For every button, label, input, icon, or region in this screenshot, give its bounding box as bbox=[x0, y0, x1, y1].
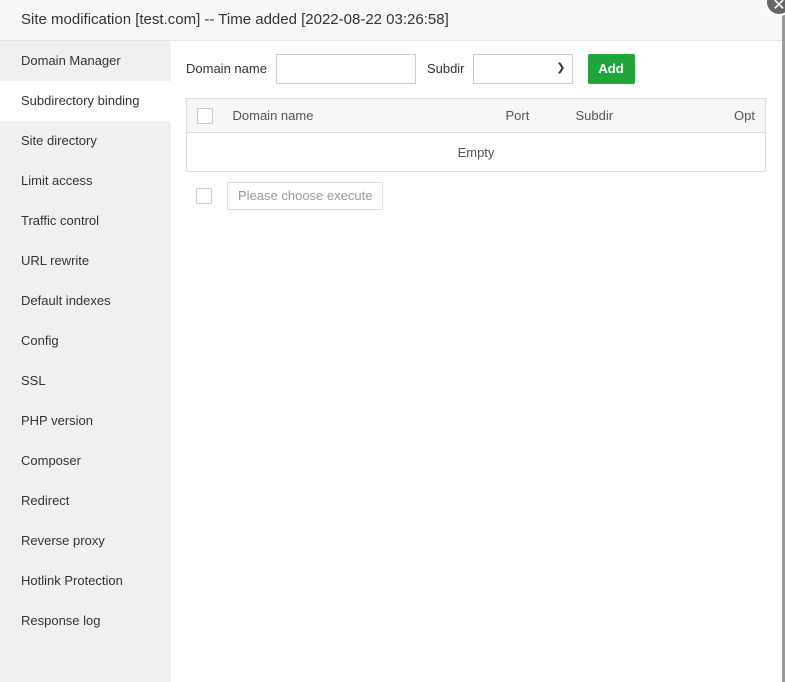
sidebar-item-site-directory[interactable]: Site directory bbox=[0, 121, 171, 161]
col-subdir: Subdir bbox=[575, 98, 726, 133]
select-all-checkbox[interactable] bbox=[197, 107, 213, 124]
sidebar-item-limit-access[interactable]: Limit access bbox=[0, 161, 171, 201]
col-domain-name: Domain name bbox=[232, 98, 506, 133]
subdir-label: Subdir bbox=[426, 61, 465, 76]
table-header: Domain name Port Subdir Opt bbox=[186, 98, 766, 133]
sidebar-item-composer[interactable]: Composer bbox=[0, 441, 171, 481]
dialog-title: Site modification [test.com] -- Time add… bbox=[0, 0, 782, 41]
sidebar-item-redirect[interactable]: Redirect bbox=[0, 481, 171, 521]
binding-table: Domain name Port Subdir Opt Empty bbox=[186, 98, 766, 172]
sidebar-item-domain-manager[interactable]: Domain Manager bbox=[0, 41, 171, 81]
main-panel: Domain name Subdir ❯ Add Domain name Por… bbox=[186, 41, 766, 210]
batch-checkbox[interactable] bbox=[196, 188, 212, 204]
batch-execute-select[interactable]: Please choose execute bbox=[227, 182, 384, 210]
sidebar: Domain Manager Subdirectory binding Site d… bbox=[0, 41, 171, 682]
empty-message: Empty bbox=[457, 144, 495, 160]
sidebar-item-traffic-control[interactable]: Traffic control bbox=[0, 201, 171, 241]
sidebar-item-default-indexes[interactable]: Default indexes bbox=[0, 281, 171, 321]
sidebar-item-url-rewrite[interactable]: URL rewrite bbox=[0, 241, 171, 281]
domain-name-label: Domain name bbox=[186, 61, 267, 76]
subdir-select[interactable]: ❯ bbox=[472, 53, 573, 84]
domain-name-input[interactable] bbox=[275, 53, 416, 84]
sidebar-item-ssl[interactable]: SSL bbox=[0, 361, 171, 401]
sidebar-item-reverse-proxy[interactable]: Reverse proxy bbox=[0, 521, 171, 561]
site-modification-dialog: Site modification [test.com] -- Time add… bbox=[0, 0, 782, 682]
sidebar-item-config[interactable]: Config bbox=[0, 321, 171, 361]
chevron-down-icon: ❯ bbox=[556, 61, 566, 74]
add-form: Domain name Subdir ❯ Add bbox=[186, 41, 766, 96]
col-opt: Opt bbox=[725, 98, 766, 133]
add-button[interactable]: Add bbox=[587, 53, 635, 84]
sidebar-item-subdirectory-binding[interactable]: Subdirectory binding bbox=[0, 81, 171, 121]
batch-footer: Please choose execute bbox=[186, 182, 766, 210]
sidebar-item-response-log[interactable]: Response log bbox=[0, 601, 171, 641]
sidebar-item-php-version[interactable]: PHP version bbox=[0, 401, 171, 441]
col-port: Port bbox=[505, 98, 576, 133]
sidebar-item-hotlink-protection[interactable]: Hotlink Protection bbox=[0, 561, 171, 601]
